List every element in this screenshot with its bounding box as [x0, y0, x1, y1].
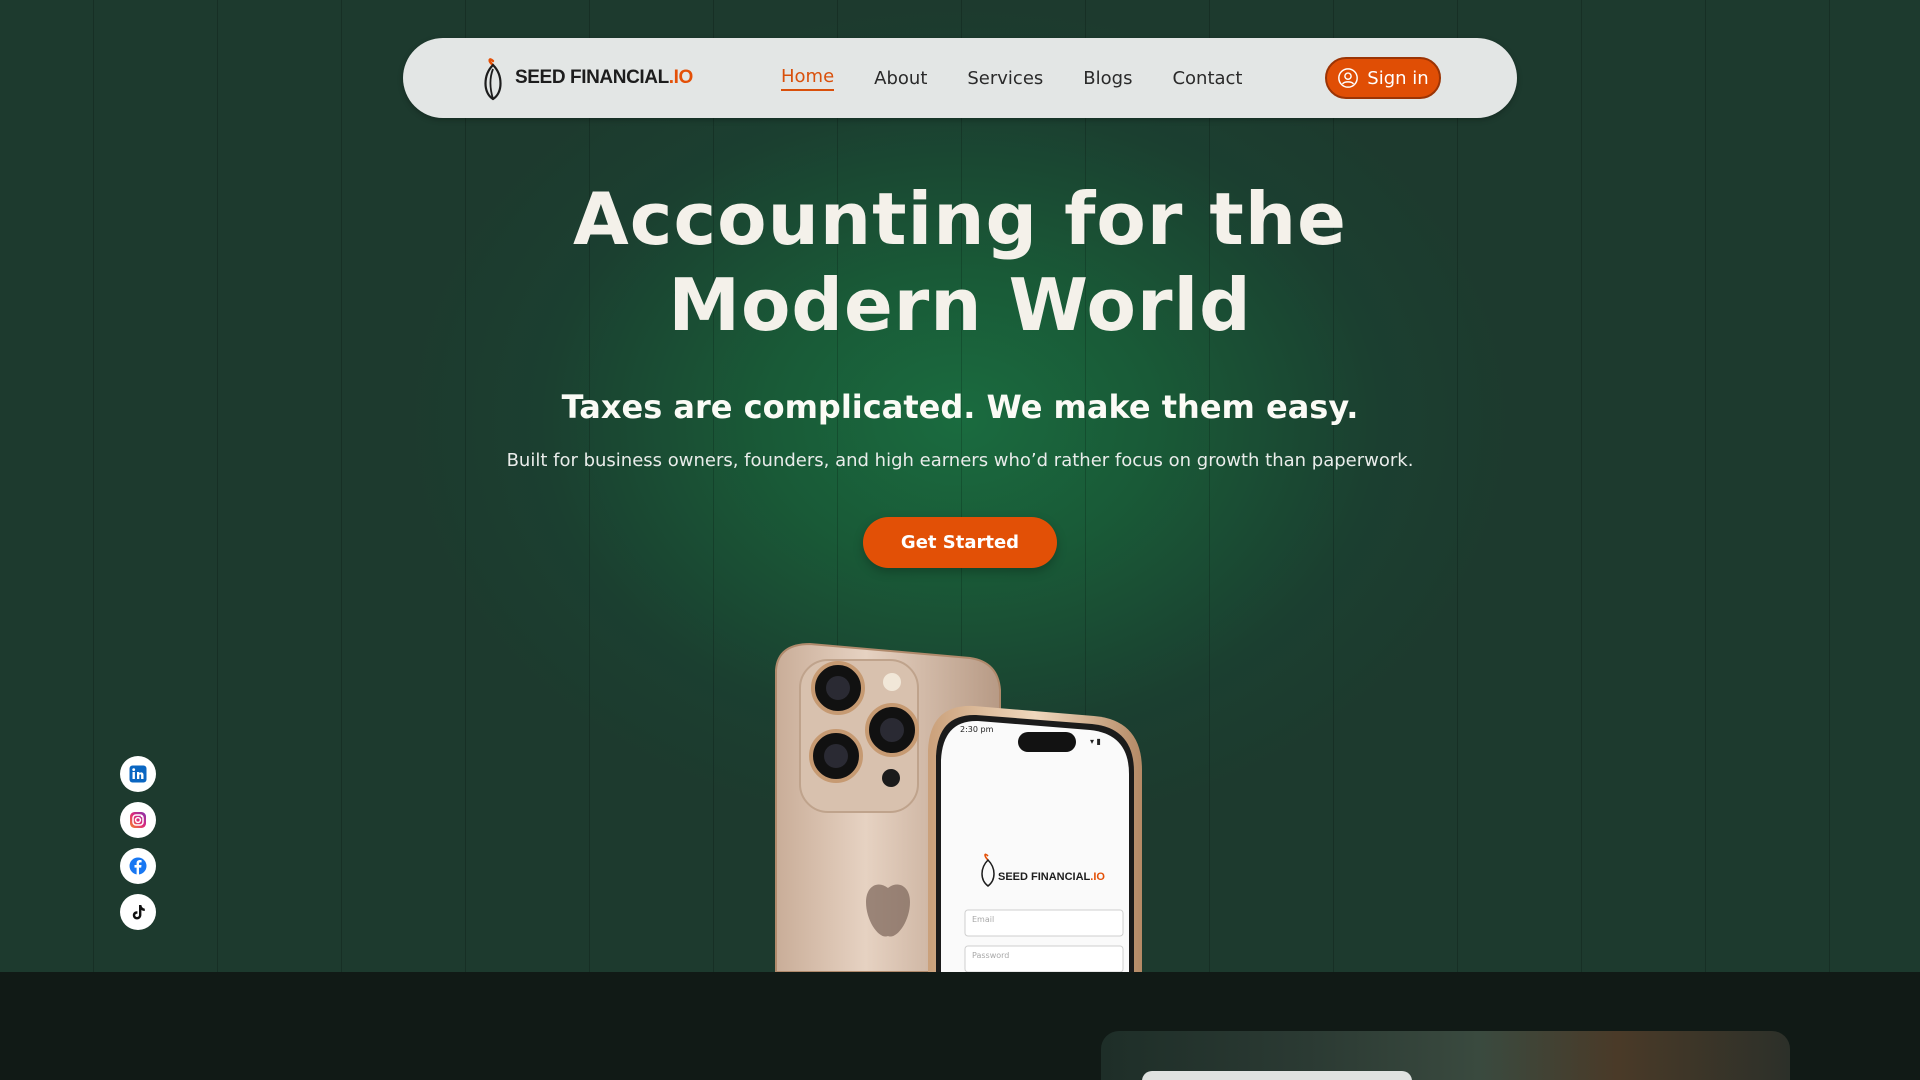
phone-status-icons: ▾ ▮	[1090, 737, 1101, 746]
bg-stripe	[1705, 0, 1706, 972]
instagram-button[interactable]	[120, 802, 156, 838]
facebook-button[interactable]	[120, 848, 156, 884]
bg-stripe	[465, 0, 466, 972]
signin-label: Sign in	[1367, 67, 1429, 89]
nav-services[interactable]: Services	[967, 68, 1043, 89]
navbar: SEED FINANCIAL.IO Home About Services Bl…	[403, 38, 1517, 118]
nav-blogs[interactable]: Blogs	[1083, 68, 1132, 89]
seed-logo-icon	[484, 58, 502, 101]
bg-stripe	[1581, 0, 1582, 972]
user-circle-icon	[1338, 68, 1359, 88]
facebook-icon	[129, 857, 147, 875]
bg-stripe	[341, 0, 342, 972]
linkedin-icon	[129, 765, 147, 783]
phone-brand-name: SEED FINANCIAL.IO	[998, 871, 1105, 883]
phone-mockup-image: 2:30 pm ▾ ▮ SEED FINANCIAL.IO Email Pass…	[775, 642, 1142, 972]
feature-card-pill	[1142, 1071, 1412, 1080]
bg-stripe	[1829, 0, 1830, 972]
hero-title: Accounting for the Modern World	[460, 176, 1460, 348]
hero-title-line1: Accounting for the	[573, 177, 1347, 261]
phone-brand-accent: .IO	[1090, 871, 1105, 883]
bg-stripe	[1209, 0, 1210, 972]
phone-password-placeholder: Password	[972, 951, 1009, 960]
lens-inner	[880, 718, 904, 742]
nav-contact[interactable]: Contact	[1172, 68, 1242, 89]
brand-name-primary: SEED FINANCIAL	[515, 67, 669, 88]
tiktok-button[interactable]	[120, 894, 156, 930]
hero-tagline: Built for business owners, founders, and…	[506, 450, 1414, 471]
hero-subtitle: Taxes are complicated. We make them easy…	[561, 388, 1359, 426]
nav-home[interactable]: Home	[781, 66, 835, 91]
hero-title-line2: Modern World	[668, 263, 1252, 347]
phone-brand-primary: SEED FINANCIAL	[998, 871, 1091, 883]
brand-name: SEED FINANCIAL.IO	[515, 67, 693, 89]
bg-stripe	[217, 0, 218, 972]
phone-email-placeholder: Email	[972, 915, 994, 924]
lens-inner	[826, 676, 850, 700]
hero-section: SEED FINANCIAL.IO Home About Services Bl…	[0, 0, 1920, 972]
linkedin-button[interactable]	[120, 756, 156, 792]
signin-button[interactable]: Sign in	[1325, 57, 1441, 99]
nav-about[interactable]: About	[874, 68, 927, 89]
flash-icon	[883, 673, 901, 691]
dynamic-island	[1018, 732, 1076, 752]
lens-inner	[824, 744, 848, 768]
brand-logo[interactable]: SEED FINANCIAL.IO	[479, 54, 693, 102]
bg-stripe	[1457, 0, 1458, 972]
nav-links: Home About Services Blogs Contact	[781, 38, 1282, 118]
phone-time: 2:30 pm	[960, 725, 994, 734]
bg-stripe	[589, 0, 590, 972]
instagram-icon	[130, 812, 146, 828]
social-links	[120, 756, 156, 940]
tiktok-icon	[132, 905, 145, 920]
brand-name-accent: .IO	[668, 67, 694, 88]
get-started-button[interactable]: Get Started	[863, 517, 1057, 568]
lidar-sensor	[882, 769, 900, 787]
bg-stripe	[93, 0, 94, 972]
bg-stripe	[713, 0, 714, 972]
bg-stripe	[1333, 0, 1334, 972]
